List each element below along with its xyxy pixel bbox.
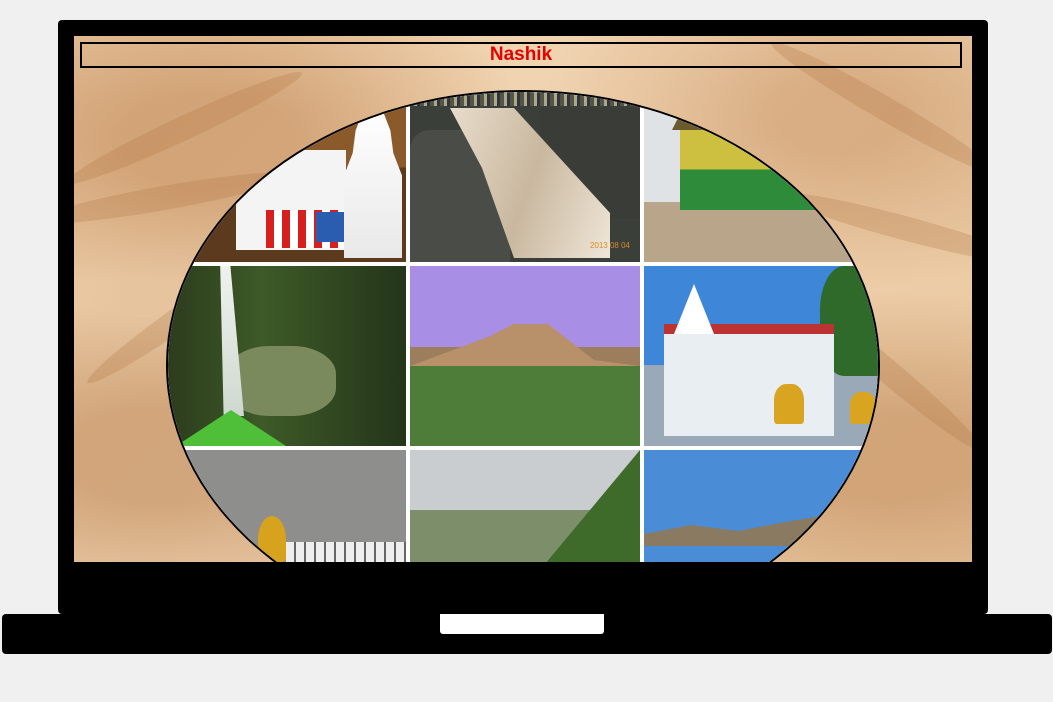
photo-plateau[interactable] (644, 450, 878, 562)
photo-idol[interactable] (168, 450, 406, 562)
photo-temple-lions[interactable] (644, 266, 878, 446)
photo-gallery-oval: 2013 08 04 (166, 90, 880, 562)
photo-waterfall-forest[interactable] (168, 266, 406, 446)
laptop-screen: Nashik 2013 08 04 (74, 36, 972, 562)
photo-temple[interactable] (168, 92, 406, 262)
photo-grid: 2013 08 04 (168, 92, 878, 562)
photo-waterfall[interactable]: 2013 08 04 (410, 92, 640, 262)
photo-shrine[interactable] (644, 92, 878, 262)
photo-date-stamp: 2013 08 04 (589, 241, 630, 250)
page-title: Nashik (489, 44, 553, 65)
laptop-notch (440, 614, 604, 634)
photo-mountain[interactable] (410, 266, 640, 446)
title-bar: Nashik (80, 42, 962, 68)
photo-valley[interactable] (410, 450, 640, 562)
